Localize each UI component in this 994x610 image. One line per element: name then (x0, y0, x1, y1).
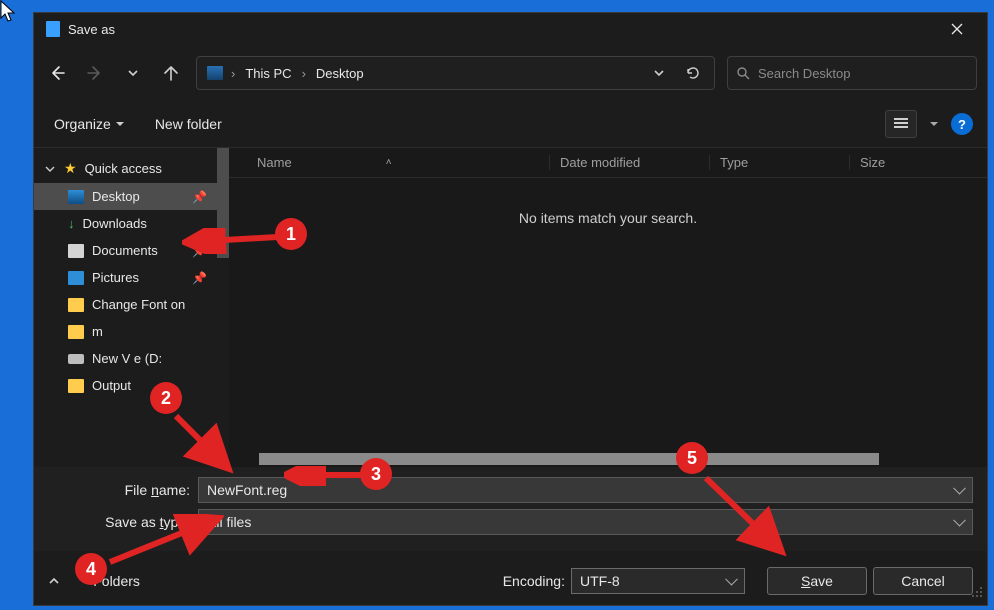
file-list-area: Name ˄ Date modified Type Size No items … (229, 148, 987, 467)
up-button[interactable] (158, 60, 184, 86)
document-icon (46, 21, 60, 37)
breadcrumb-desktop[interactable]: Desktop (310, 62, 370, 85)
refresh-button[interactable] (678, 58, 708, 88)
pin-icon: 📌 (192, 244, 207, 258)
annotation-3: 3 (360, 458, 392, 490)
filename-input[interactable]: NewFont.reg (198, 477, 973, 503)
document-icon (68, 244, 84, 258)
sort-asc-icon: ˄ (386, 157, 392, 168)
annotation-2: 2 (150, 382, 182, 414)
filename-label: File name: (48, 482, 198, 498)
breadcrumb-pc[interactable]: This PC (239, 62, 297, 85)
download-icon: ↓ (68, 216, 75, 231)
close-button[interactable] (935, 13, 979, 45)
close-icon (951, 23, 963, 35)
chevron-down-icon (44, 163, 56, 175)
nav-row: › This PC › Desktop Search Desktop (34, 45, 987, 101)
sidebar-item-folder[interactable]: m (34, 318, 229, 345)
column-name[interactable]: Name ˄ (229, 155, 549, 170)
sidebar-item-drive[interactable]: New V e (D: (34, 345, 229, 372)
pc-icon (207, 66, 223, 80)
pictures-icon (68, 271, 84, 285)
sidebar-item-downloads[interactable]: ↓ Downloads (34, 210, 229, 237)
annotation-1: 1 (275, 218, 307, 250)
folder-icon (68, 325, 84, 339)
resize-grip-icon (971, 586, 983, 598)
annotation-5: 5 (676, 442, 708, 474)
address-dropdown[interactable] (644, 58, 674, 88)
chevron-down-icon (126, 66, 140, 80)
pin-icon: 📌 (192, 190, 207, 204)
bottom-bar: Folders Encoding: UTF-8 Save Cancel (34, 551, 987, 605)
sidebar-item-documents[interactable]: Documents 📌 (34, 237, 229, 264)
cursor-icon (0, 0, 18, 24)
new-folder-button[interactable]: New folder (149, 112, 228, 136)
save-as-dialog: Save as › This PC › Desktop (33, 12, 988, 606)
star-icon: ★ (64, 160, 77, 177)
chevron-up-icon (48, 575, 60, 587)
encoding-select[interactable]: UTF-8 (571, 568, 745, 594)
cancel-button[interactable]: Cancel (873, 567, 973, 595)
scrollbar-thumb[interactable] (217, 148, 229, 258)
search-input[interactable]: Search Desktop (727, 56, 977, 90)
window-title: Save as (68, 22, 935, 37)
view-list-icon (893, 117, 909, 131)
caret-down-icon (115, 119, 125, 129)
annotation-4: 4 (75, 553, 107, 585)
column-headers: Name ˄ Date modified Type Size (229, 148, 987, 178)
sidebar: ★ Quick access Desktop 📌 ↓ Downloads Doc… (34, 148, 229, 467)
view-dropdown[interactable] (925, 110, 943, 138)
empty-message: No items match your search. (229, 210, 987, 226)
column-date[interactable]: Date modified (549, 155, 709, 170)
save-button[interactable]: Save (767, 567, 867, 595)
help-button[interactable]: ? (951, 113, 973, 135)
organize-button[interactable]: Organize (48, 112, 131, 136)
drive-icon (68, 354, 84, 364)
sidebar-item-pictures[interactable]: Pictures 📌 (34, 264, 229, 291)
arrow-up-icon (162, 64, 180, 82)
scrollbar-thumb[interactable] (259, 453, 879, 465)
sidebar-item-desktop[interactable]: Desktop 📌 (34, 183, 229, 210)
pin-icon: 📌 (192, 271, 207, 285)
horizontal-scrollbar[interactable] (229, 453, 971, 467)
view-button[interactable] (885, 110, 917, 138)
chevron-right-icon: › (231, 66, 235, 81)
arrow-left-icon (48, 64, 66, 82)
sidebar-item-folder[interactable]: Change Font on (34, 291, 229, 318)
recent-dropdown[interactable] (120, 60, 146, 86)
folder-icon (68, 379, 84, 393)
sidebar-scrollbar[interactable] (215, 148, 229, 467)
forward-button[interactable] (82, 60, 108, 86)
search-placeholder: Search Desktop (758, 66, 851, 81)
folder-icon (68, 298, 84, 312)
refresh-icon (685, 65, 701, 81)
quick-access-header[interactable]: ★ Quick access (34, 154, 229, 183)
chevron-down-icon (652, 66, 666, 80)
body-area: ★ Quick access Desktop 📌 ↓ Downloads Doc… (34, 147, 987, 467)
back-button[interactable] (44, 60, 70, 86)
desktop-icon (68, 190, 84, 204)
bottom-panel: File name: NewFont.reg Save as type: All… (34, 467, 987, 551)
toolbar: Organize New folder ? (34, 101, 987, 147)
encoding-label: Encoding: (503, 573, 565, 589)
column-size[interactable]: Size (849, 155, 987, 170)
resize-grip[interactable] (971, 586, 983, 601)
search-icon (736, 66, 750, 80)
saveastype-label: Save as type: (48, 514, 198, 530)
chevron-right-icon: › (302, 66, 306, 81)
caret-down-icon (929, 119, 939, 129)
saveastype-select[interactable]: All files (198, 509, 973, 535)
sidebar-item-folder[interactable]: Output (34, 372, 229, 399)
titlebar: Save as (34, 13, 987, 45)
column-type[interactable]: Type (709, 155, 849, 170)
address-bar[interactable]: › This PC › Desktop (196, 56, 715, 90)
arrow-right-icon (86, 64, 104, 82)
